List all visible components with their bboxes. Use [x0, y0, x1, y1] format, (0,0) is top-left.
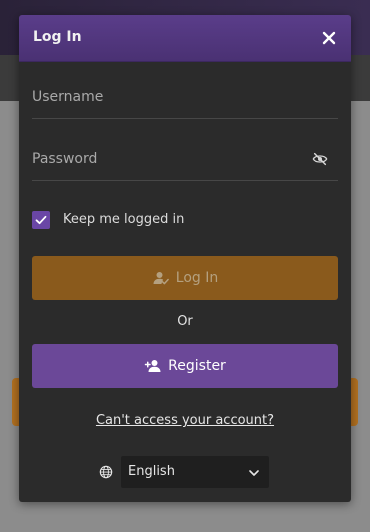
cant-access-account-link[interactable]: Can't access your account?	[19, 413, 351, 428]
password-field-wrapper	[32, 138, 338, 181]
close-button[interactable]	[319, 28, 339, 48]
modal-title: Log In	[33, 29, 82, 45]
username-field-wrapper	[32, 76, 338, 119]
keep-logged-in-label[interactable]: Keep me logged in	[63, 212, 184, 227]
login-button-label: Log In	[175, 270, 219, 286]
username-input[interactable]	[32, 76, 338, 118]
check-icon	[35, 215, 47, 225]
chevron-down-icon	[249, 470, 259, 476]
language-select[interactable]: English	[121, 456, 269, 488]
password-input[interactable]	[32, 138, 338, 180]
user-check-icon	[153, 272, 169, 285]
modal-header: Log In	[19, 15, 351, 62]
register-button-label: Register	[168, 358, 226, 374]
register-button[interactable]: Register	[32, 344, 338, 388]
eye-off-icon[interactable]	[312, 151, 328, 167]
close-icon	[322, 31, 336, 45]
keep-logged-in-checkbox[interactable]	[32, 211, 50, 229]
or-separator: Or	[177, 314, 193, 329]
language-selected-value: English	[128, 464, 175, 479]
login-modal: Log In Keep me logged in L	[19, 15, 351, 502]
login-button[interactable]: Log In	[32, 256, 338, 300]
globe-icon	[99, 465, 113, 479]
user-plus-icon	[144, 360, 161, 372]
